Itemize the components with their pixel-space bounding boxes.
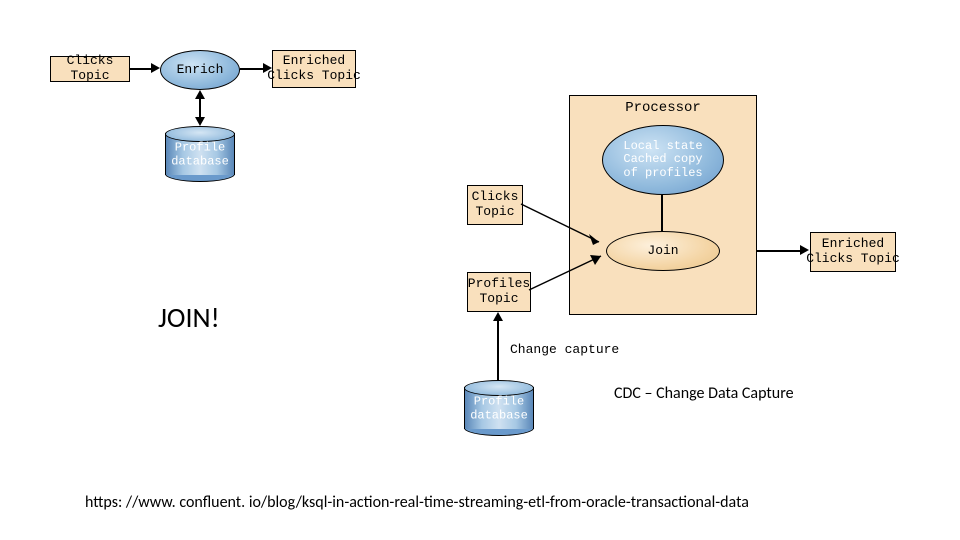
arrow-head-right-icon xyxy=(151,63,160,73)
arrow-line xyxy=(240,68,264,70)
cylinder-profile-db-right: Profile database xyxy=(464,380,534,436)
label-profiles-topic: Profiles Topic xyxy=(468,277,530,307)
arrow-line xyxy=(199,98,201,118)
box-enriched-right: Enriched Clicks Topic xyxy=(810,232,896,272)
arrow-head-up-icon xyxy=(493,312,503,321)
box-clicks-topic-right: Clicks Topic xyxy=(467,185,523,225)
cylinder-profile-db-left: Profile database xyxy=(165,126,235,182)
text-url: https: //www. confluent. io/blog/ksql-in… xyxy=(85,493,749,512)
arrow-line xyxy=(757,250,801,252)
arrow-head-right-icon xyxy=(800,245,809,255)
label-profile-db-right: Profile database xyxy=(464,396,534,424)
arrow-line xyxy=(130,68,152,70)
connector-line xyxy=(661,195,663,231)
arrow-line xyxy=(497,320,499,380)
oval-local-state: Local state Cached copy of profiles xyxy=(602,125,724,195)
label-local-state: Local state Cached copy of profiles xyxy=(623,140,702,180)
arrow-head-down-icon xyxy=(195,117,205,126)
label-change-capture: Change capture xyxy=(510,342,619,357)
label-profile-db-left: Profile database xyxy=(165,142,235,170)
label-clicks-topic-left: Clicks Topic xyxy=(51,54,129,84)
box-clicks-topic-left: Clicks Topic xyxy=(50,56,130,82)
oval-join: Join xyxy=(606,231,720,271)
arrow-clicks-to-join xyxy=(521,200,611,250)
box-profiles-topic: Profiles Topic xyxy=(467,272,531,312)
label-enriched-right: Enriched Clicks Topic xyxy=(806,237,900,267)
label-processor: Processor xyxy=(570,100,756,116)
label-clicks-topic-right: Clicks Topic xyxy=(472,190,519,220)
box-enriched-left: Enriched Clicks Topic xyxy=(272,50,356,88)
label-enrich: Enrich xyxy=(177,63,224,77)
label-enriched-left: Enriched Clicks Topic xyxy=(267,54,361,84)
text-cdc: CDC – Change Data Capture xyxy=(614,384,794,403)
arrow-profiles-to-join xyxy=(529,250,614,295)
text-join: JOIN! xyxy=(158,300,220,335)
label-join: Join xyxy=(647,244,678,258)
oval-enrich: Enrich xyxy=(160,50,240,90)
